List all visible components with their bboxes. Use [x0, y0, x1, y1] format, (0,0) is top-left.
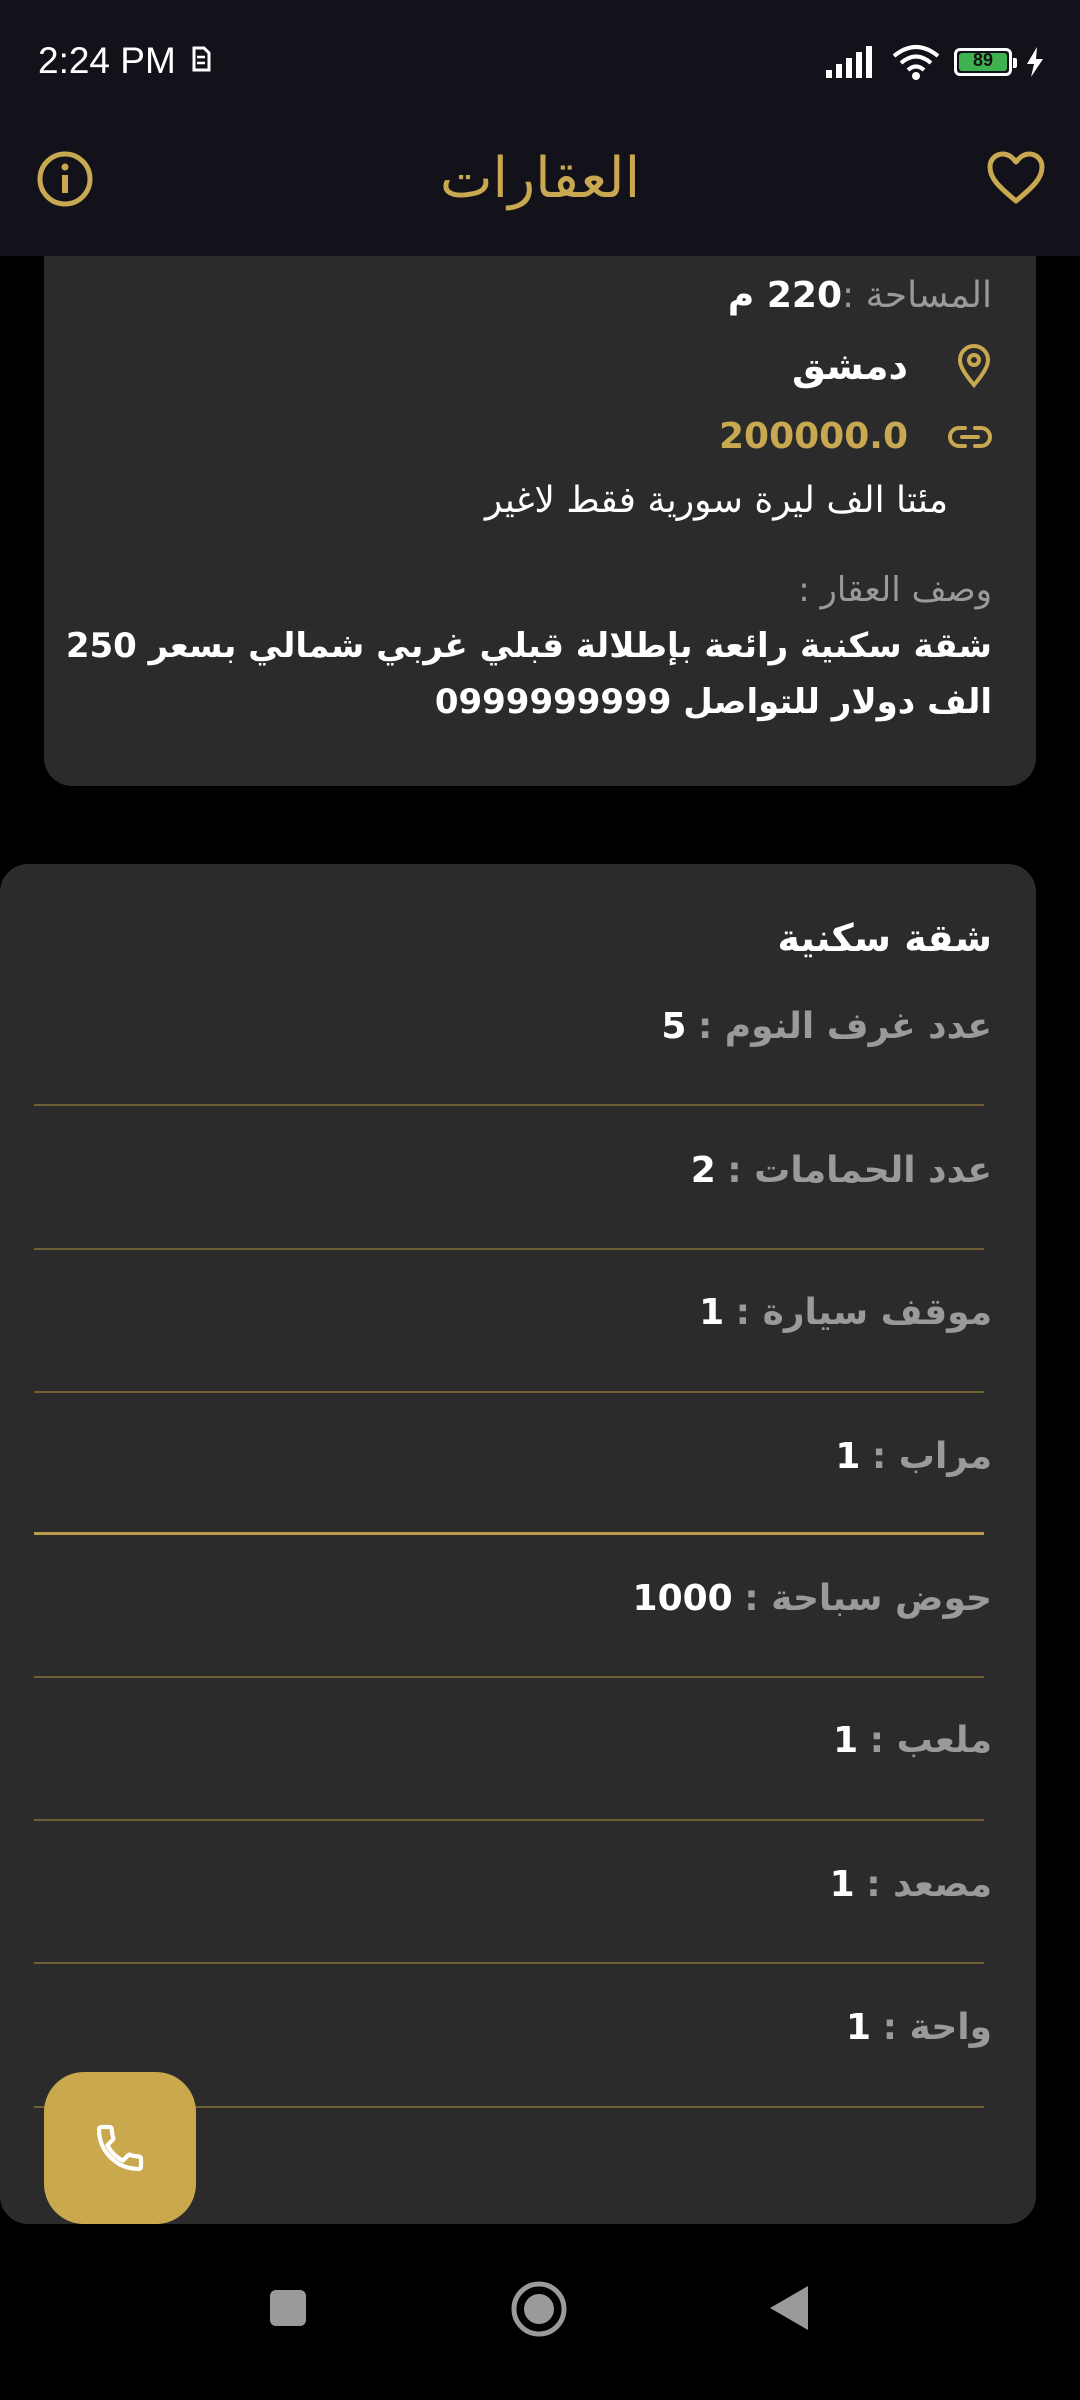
info-icon — [37, 151, 93, 207]
price-words: مئتا الف ليرة سورية فقط لاغير — [484, 480, 948, 521]
battery-level: 89 — [972, 50, 994, 70]
status-bar: 2:24 PM 89 — [0, 0, 1080, 128]
status-time: 2:24 PM — [38, 40, 176, 81]
location-pin-icon — [956, 344, 992, 392]
recents-button[interactable] — [268, 2288, 308, 2332]
city-text: دمشق — [792, 344, 908, 388]
app-bar: العقارات — [0, 128, 1080, 256]
divider — [34, 1532, 984, 1535]
feature-value: 1000 — [632, 1578, 733, 1619]
feature-label: حوض سباحة : — [744, 1578, 992, 1619]
feature-value: 1 — [835, 1436, 861, 1477]
sim-icon — [190, 44, 212, 78]
area-value: 220 م — [727, 275, 842, 316]
link-icon — [948, 424, 992, 454]
property-details-card: المساحة :220 م دمشق 200000.0 مئتا الف لي… — [44, 200, 1036, 786]
feature-label: واحة : — [882, 2007, 992, 2048]
feature-row-pool: حوض سباحة : 1000 — [633, 1578, 992, 1619]
feature-row-garage: مراب : 1 — [835, 1436, 992, 1477]
property-type: شقة سكنية — [777, 916, 992, 960]
heart-icon — [987, 151, 1045, 204]
back-triangle-icon — [770, 2286, 808, 2330]
feature-value: 1 — [699, 1292, 725, 1333]
info-button[interactable] — [36, 150, 94, 212]
feature-label: عدد الحمامات : — [727, 1150, 992, 1191]
feature-label: مصعد : — [866, 1864, 992, 1905]
phone-icon — [96, 2124, 144, 2172]
call-button[interactable] — [44, 2072, 196, 2224]
square-icon — [270, 2290, 306, 2326]
status-icons: 89 — [826, 44, 1044, 80]
feature-value: 5 — [661, 1006, 687, 1047]
feature-value: 2 — [690, 1150, 716, 1191]
feature-label: موقف سيارة : — [735, 1292, 992, 1333]
divider — [34, 1391, 984, 1393]
battery-icon: 89 — [954, 48, 1017, 76]
property-features-card: شقة سكنية عدد غرف النوم : 5 عدد الحمامات… — [0, 864, 1036, 2224]
feature-value: 1 — [829, 1864, 855, 1905]
area-label: المساحة : — [842, 275, 992, 316]
page-title: العقارات — [439, 146, 641, 211]
price-value: 200000.0 — [718, 416, 908, 457]
description-line-2: الف دولار للتواصل 0999999999 — [434, 682, 992, 722]
feature-row-bedrooms: عدد غرف النوم : 5 — [661, 1006, 992, 1047]
wifi-icon — [892, 45, 940, 80]
feature-label: ملعب : — [869, 1720, 992, 1761]
divider — [34, 1962, 984, 1964]
description-label: وصف العقار : — [798, 570, 992, 610]
signal-icon — [826, 46, 872, 78]
divider — [34, 1676, 984, 1678]
feature-label: عدد غرف النوم : — [697, 1006, 992, 1047]
feature-value: 1 — [846, 2007, 872, 2048]
divider — [34, 1819, 984, 1821]
home-circle-icon — [511, 2281, 567, 2337]
back-button[interactable] — [768, 2284, 810, 2336]
system-nav-bar — [0, 2224, 1080, 2400]
feature-row-bathrooms: عدد الحمامات : 2 — [691, 1150, 992, 1191]
area-row: المساحة :220 م — [728, 272, 992, 320]
divider — [34, 1248, 984, 1250]
description-line-1: شقة سكنية رائعة بإطلالة قبلي غربي شمالي … — [65, 626, 992, 666]
feature-value: 1 — [833, 1720, 859, 1761]
feature-label: مراب : — [871, 1436, 992, 1477]
feature-row-parking: موقف سيارة : 1 — [699, 1292, 992, 1333]
feature-row-elevator: مصعد : 1 — [830, 1864, 992, 1905]
feature-row-playground: ملعب : 1 — [833, 1720, 992, 1761]
favorite-button[interactable] — [986, 150, 1046, 210]
divider — [34, 1104, 984, 1106]
feature-row-oasis: واحة : 1 — [846, 2007, 992, 2048]
home-button[interactable] — [510, 2280, 568, 2342]
charging-icon — [1027, 47, 1043, 77]
